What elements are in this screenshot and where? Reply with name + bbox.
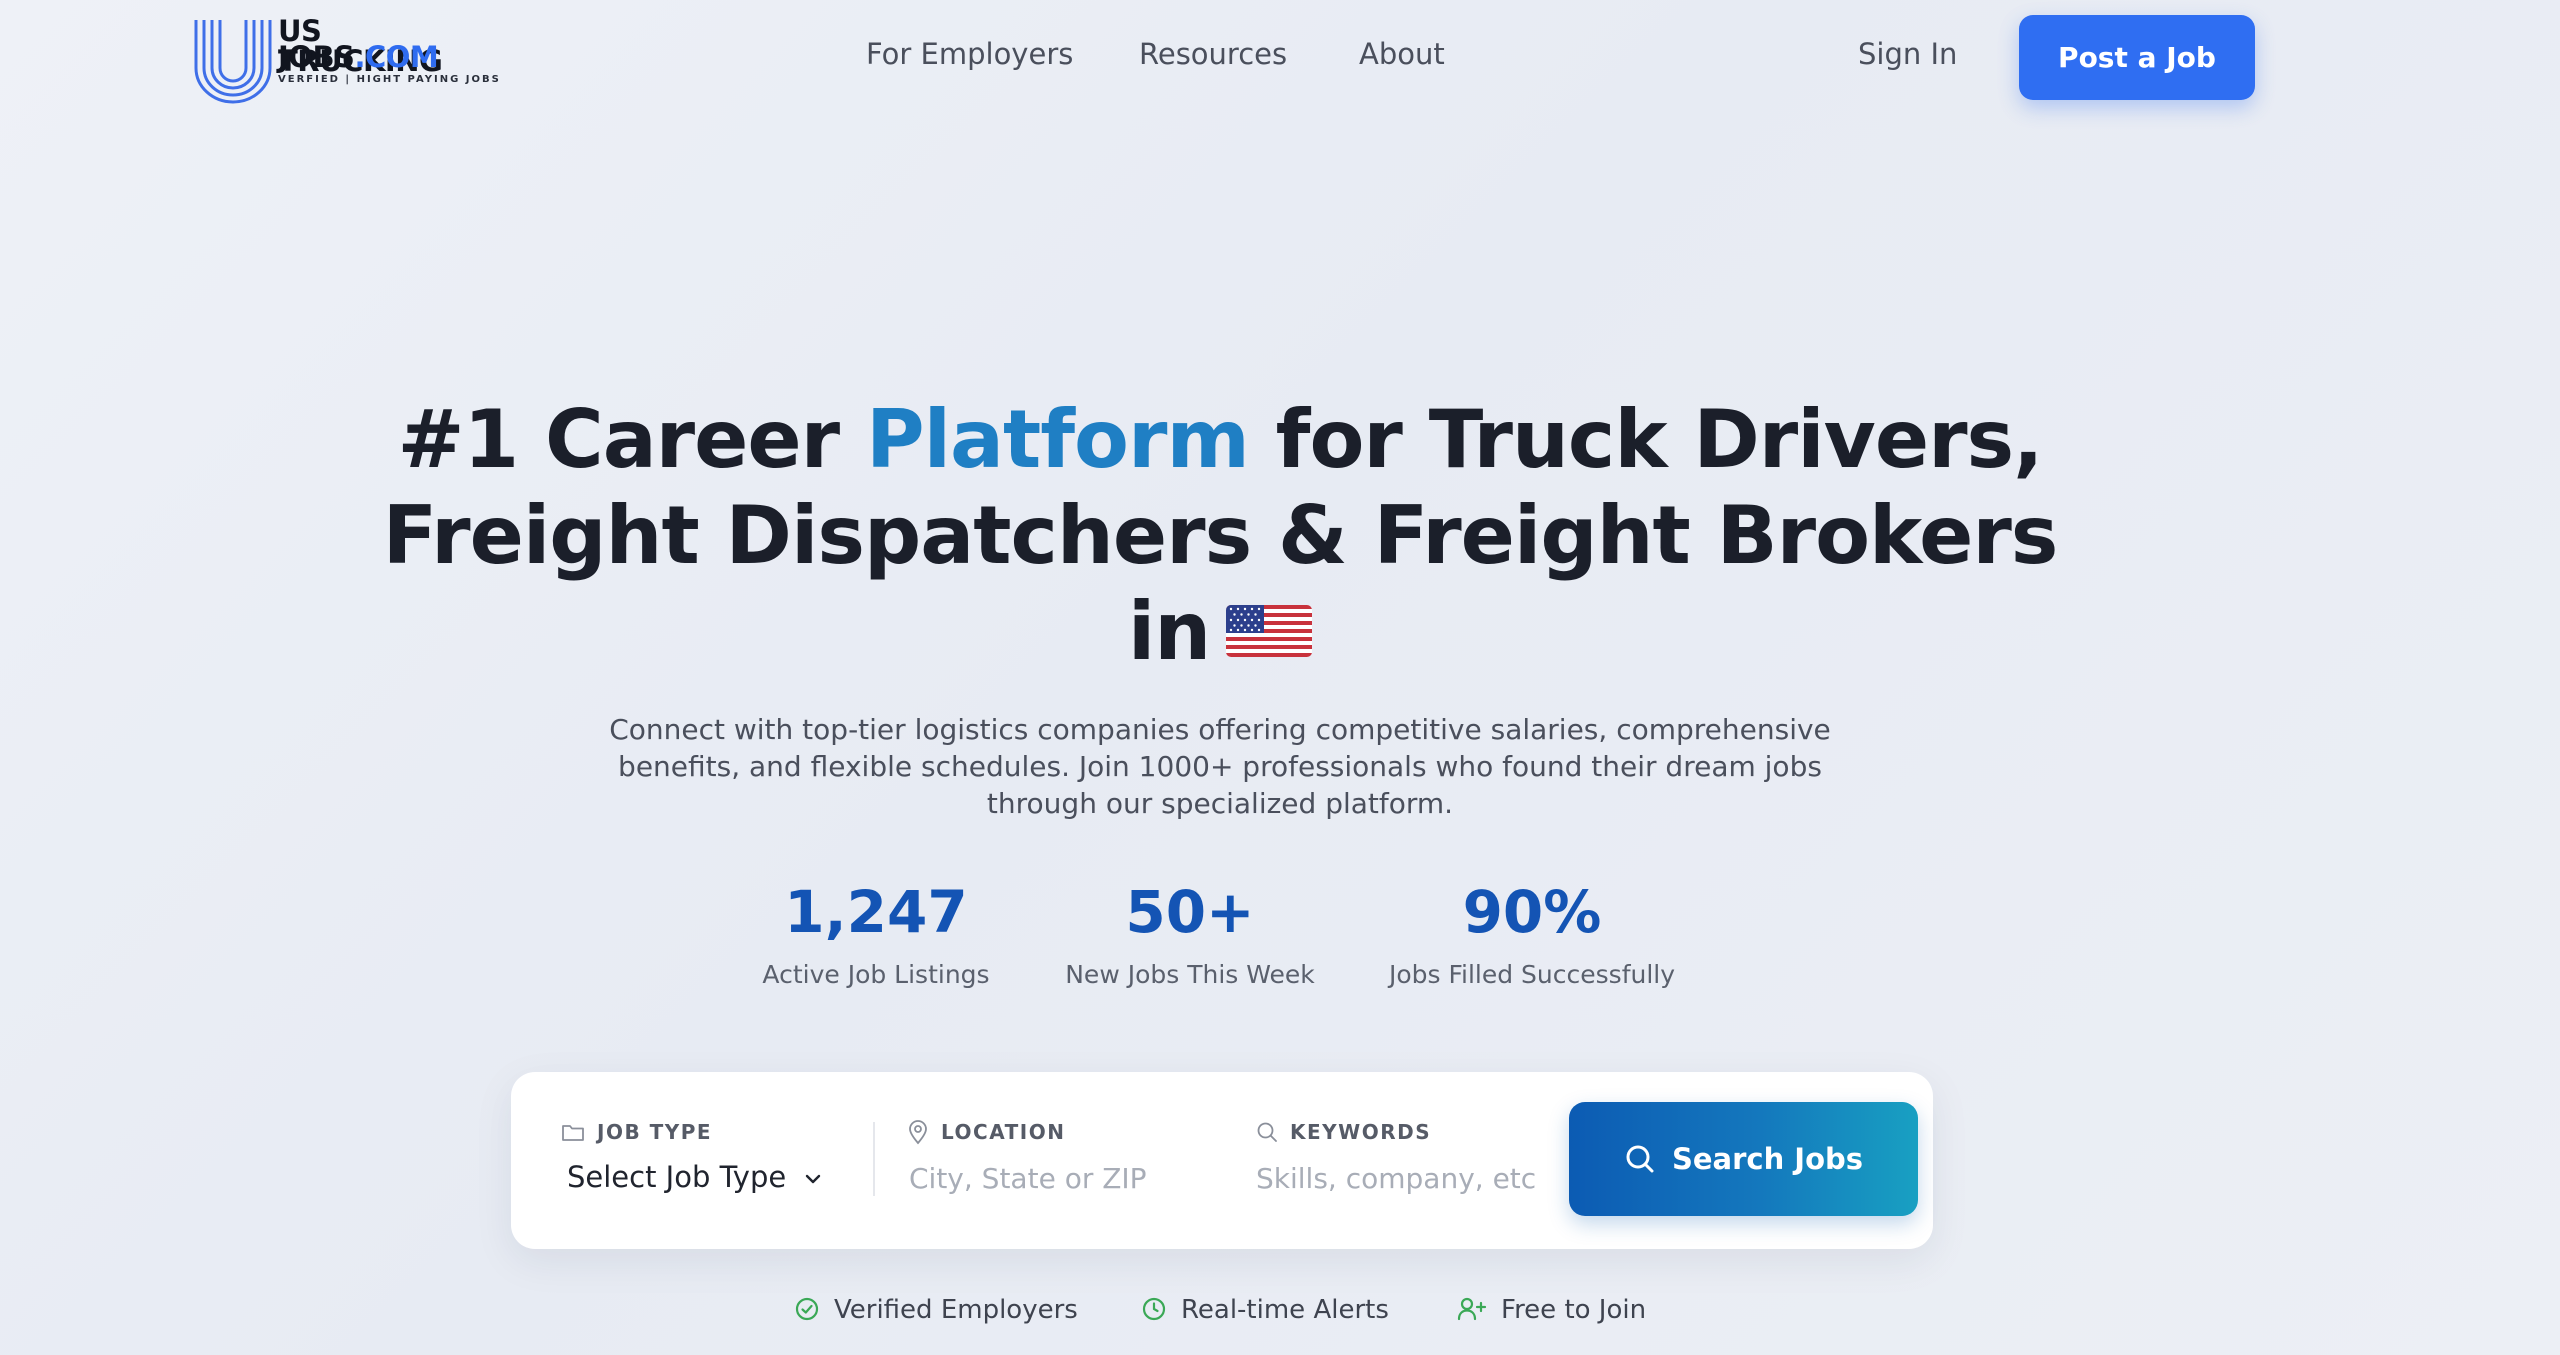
keywords-input[interactable] <box>1256 1156 1556 1200</box>
headline-highlight: Platform <box>865 393 1250 486</box>
nav-about[interactable]: About <box>1359 37 1445 71</box>
us-flag-icon <box>1226 605 1313 658</box>
job-search-form: JOB TYPE Select Job Type LOCATION KEYWOR… <box>511 1072 1933 1249</box>
job-type-select[interactable]: Select Job Type <box>567 1160 822 1194</box>
chevron-down-icon <box>806 1174 821 1184</box>
headline-part1: #1 Career <box>397 393 866 486</box>
location-label-text: LOCATION <box>941 1120 1066 1144</box>
stat-value: 90% <box>1462 878 1602 946</box>
map-pin-icon <box>909 1119 927 1144</box>
stat-new-jobs: 50+ New Jobs This Week <box>1046 876 1334 989</box>
stat-value: 1,247 <box>784 878 968 946</box>
search-icon <box>1626 1145 1654 1172</box>
feature-label: Real-time Alerts <box>1181 1295 1389 1325</box>
stat-active-listings: 1,247 Active Job Listings <box>740 876 1012 989</box>
hero-subtitle: Connect with top-tier logistics companie… <box>609 713 1831 820</box>
check-circle-icon <box>795 1297 819 1320</box>
nav-resources[interactable]: Resources <box>1139 37 1287 71</box>
feature-realtime-alerts: Real-time Alerts <box>1141 1295 1389 1325</box>
sign-in-link[interactable]: Sign In <box>1858 37 1957 71</box>
stat-label: New Jobs This Week <box>1065 960 1315 989</box>
feature-verified-employers: Verified Employers <box>794 1295 1078 1325</box>
feature-label: Verified Employers <box>834 1295 1078 1325</box>
headline-part2: for Truck Drivers, <box>1248 393 2044 486</box>
stat-label: Jobs Filled Successfully <box>1388 960 1676 989</box>
keywords-label: KEYWORDS <box>1256 1120 1431 1145</box>
user-plus-icon <box>1457 1297 1487 1320</box>
keywords-label-text: KEYWORDS <box>1290 1120 1432 1144</box>
headline-line2: Freight Dispatchers & Freight Brokers <box>382 489 2059 582</box>
stat-label: Active Job Listings <box>762 960 990 989</box>
clock-icon <box>1142 1297 1166 1320</box>
job-type-value: Select Job Type <box>567 1160 787 1194</box>
search-jobs-button[interactable]: Search Jobs <box>1569 1102 1918 1216</box>
feature-label: Free to Join <box>1501 1295 1647 1325</box>
folder-icon <box>562 1124 584 1141</box>
feature-free-to-join: Free to Join <box>1457 1295 1646 1325</box>
hero-headline: #1 Career Platform for Truck Drivers, Fr… <box>300 392 2140 680</box>
stat-value: 50+ <box>1125 878 1255 946</box>
field-divider <box>873 1122 875 1196</box>
site-header: US TRUCKING JOBS.COM VERFIED | HIGHT PAY… <box>0 0 2560 120</box>
stat-jobs-filled: 90% Jobs Filled Successfully <box>1376 876 1688 989</box>
headline-line3: in <box>1127 585 1211 678</box>
post-job-button[interactable]: Post a Job <box>2019 15 2255 100</box>
search-jobs-label: Search Jobs <box>1671 1141 1864 1176</box>
search-icon <box>1257 1122 1277 1142</box>
job-type-label-text: JOB TYPE <box>597 1120 713 1144</box>
location-label: LOCATION <box>907 1119 1066 1147</box>
nav-for-employers[interactable]: For Employers <box>866 37 1073 71</box>
job-type-label: JOB TYPE <box>561 1120 712 1144</box>
location-input[interactable] <box>909 1156 1229 1200</box>
